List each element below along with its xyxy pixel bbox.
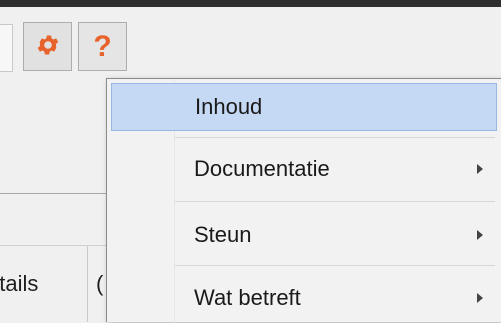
menu-item-label: Wat betreft [194,285,301,310]
tab-next-label: ( [96,271,104,296]
menu-separator [175,137,495,138]
menu-item-label: Steun [194,222,252,247]
submenu-arrow-icon [477,293,483,303]
menu-item-wat-betreft[interactable]: Wat betreft [111,274,497,322]
tab-details[interactable]: etails [0,246,88,322]
tab-next-partial[interactable]: ( [88,246,106,322]
menu-separator [175,265,495,266]
menu-item-inhoud[interactable]: Inhoud [111,83,497,131]
window-top-border [0,0,501,7]
question-mark-icon: ? [93,30,112,63]
help-dropdown-menu: Inhoud Documentatie Steun Wat betreft [106,78,501,323]
help-button[interactable]: ? [78,22,127,71]
menu-separator [175,201,495,202]
tab-details-label: etails [0,271,39,296]
settings-button[interactable] [23,22,72,71]
toolbar-left-partial-control[interactable] [0,24,13,72]
menu-item-steun[interactable]: Steun [111,211,497,259]
menu-item-documentatie[interactable]: Documentatie [111,145,497,193]
menu-item-label: Inhoud [195,94,263,119]
submenu-arrow-icon [477,164,483,174]
menu-item-label: Documentatie [194,156,330,181]
submenu-arrow-icon [477,230,483,240]
gear-icon [35,32,61,61]
